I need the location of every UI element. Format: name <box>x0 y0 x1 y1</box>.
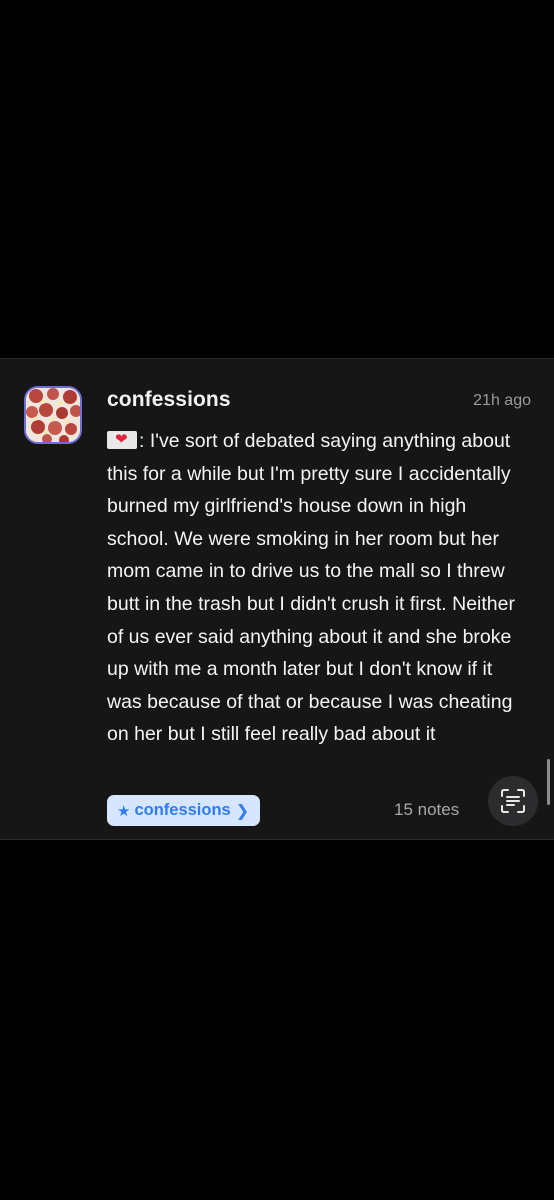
tag-label: confessions <box>134 801 231 819</box>
star-icon: ★ <box>117 802 131 820</box>
live-text-button[interactable] <box>488 776 538 826</box>
scrollbar-thumb[interactable] <box>547 759 550 805</box>
blog-name[interactable]: confessions <box>107 388 231 412</box>
love-letter-icon: ❤ <box>107 431 137 449</box>
post-body-text: : I've sort of debated saying anything a… <box>107 430 515 746</box>
tag-chip-confessions[interactable]: ★ confessions ❯ <box>107 795 261 826</box>
blog-avatar[interactable] <box>24 386 82 444</box>
live-text-icon <box>501 789 525 813</box>
post-timestamp: 21h ago <box>473 392 531 409</box>
chevron-right-icon: ❯ <box>235 802 250 820</box>
avatar-pizza-image <box>26 388 80 442</box>
post-body: ❤: I've sort of debated saying anything … <box>107 425 527 751</box>
post-card: confessions 21h ago ❤: I've sort of deba… <box>0 358 554 840</box>
notes-count[interactable]: 15 notes <box>394 800 459 820</box>
